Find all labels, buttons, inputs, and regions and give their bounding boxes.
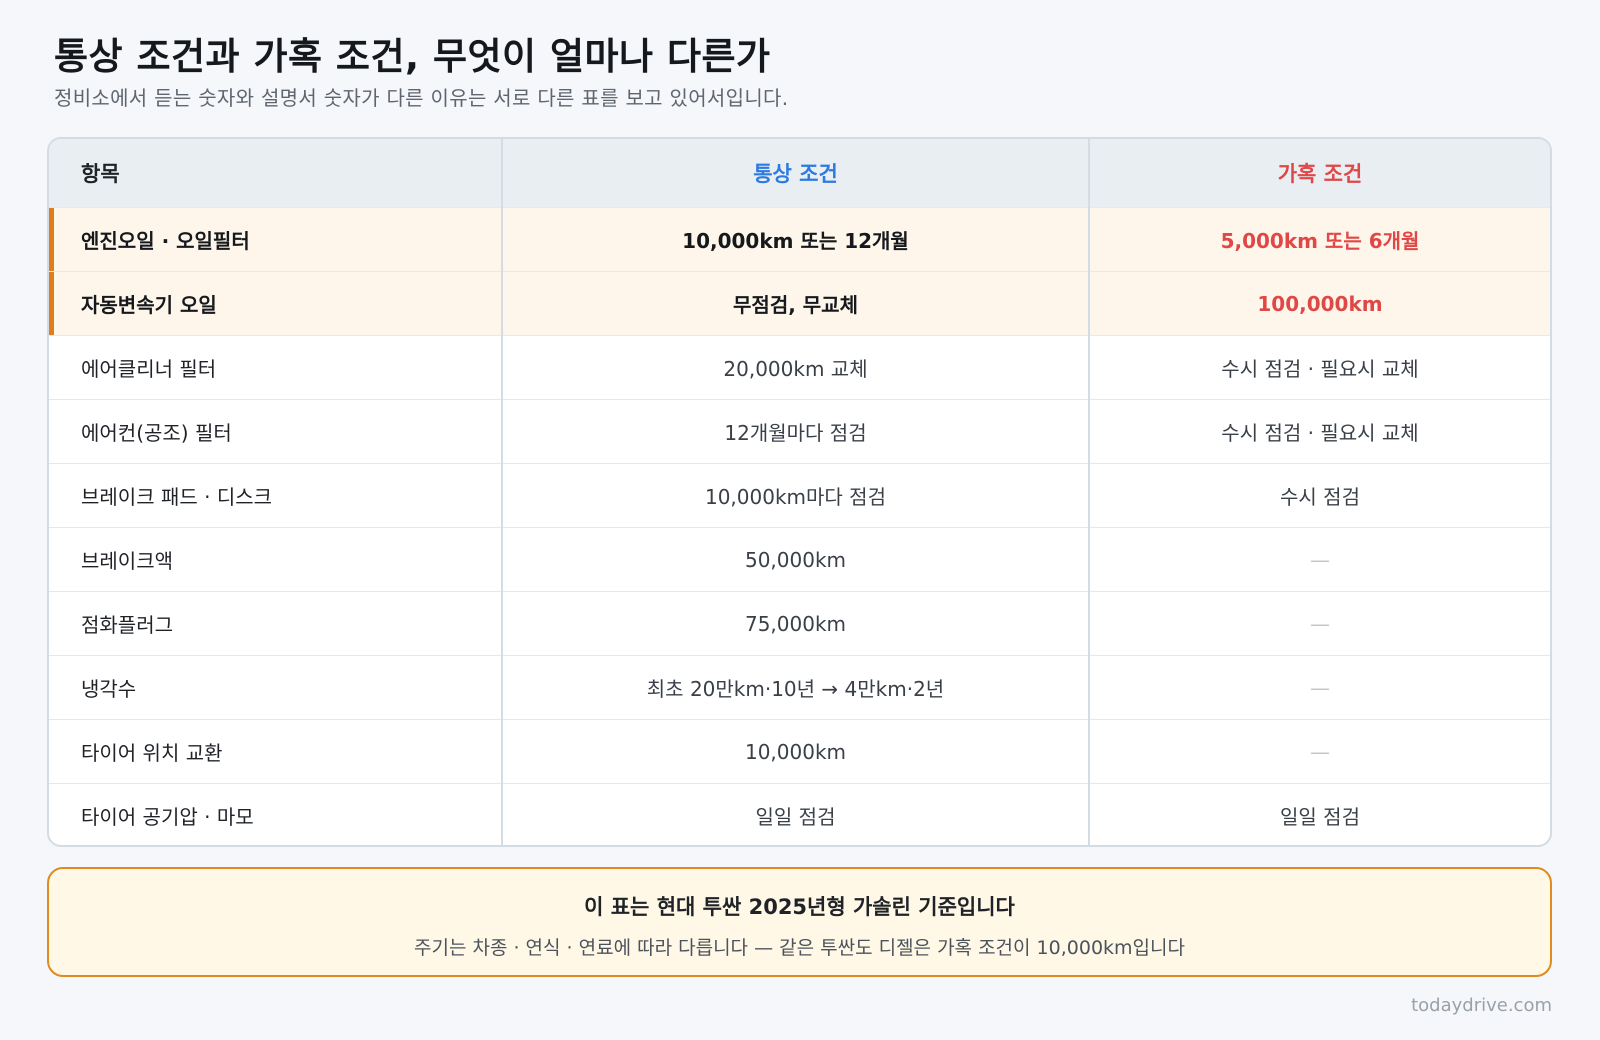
cell-normal: 일일 점검 <box>501 783 1089 845</box>
table-row: 타이어 공기압 · 마모 일일 점검 일일 점검 <box>49 783 1550 845</box>
column-header-item: 항목 <box>49 139 502 208</box>
cell-item: 점화플러그 <box>49 591 502 656</box>
cell-normal: 20,000km 교체 <box>501 335 1089 400</box>
table-header-row: 항목 통상 조건 가혹 조건 <box>49 139 1550 208</box>
column-header-severe: 가혹 조건 <box>1088 139 1550 208</box>
table-row: 점화플러그 75,000km — <box>49 591 1550 656</box>
cell-normal: 75,000km <box>501 591 1089 656</box>
notice-box: 이 표는 현대 투싼 2025년형 가솔린 기준입니다 주기는 차종 · 연식 … <box>47 867 1552 977</box>
cell-severe: 수시 점검 · 필요시 교체 <box>1088 399 1550 464</box>
cell-item: 엔진오일 · 오일필터 <box>49 207 502 272</box>
cell-normal: 50,000km <box>501 527 1089 592</box>
cell-severe: — <box>1088 527 1550 592</box>
page-title: 통상 조건과 가혹 조건, 무엇이 얼마나 다른가 <box>54 35 771 78</box>
cell-normal: 10,000km마다 점검 <box>501 463 1089 528</box>
cell-severe: 수시 점검 <box>1088 463 1550 528</box>
cell-severe: 100,000km <box>1088 271 1550 336</box>
maintenance-table: 항목 통상 조건 가혹 조건 엔진오일 · 오일필터 10,000km 또는 12… <box>49 139 1550 845</box>
cell-item: 에어클리너 필터 <box>49 335 502 400</box>
cell-severe: — <box>1088 655 1550 720</box>
table-body: 엔진오일 · 오일필터 10,000km 또는 12개월 5,000km 또는 6개… <box>49 207 1550 845</box>
cell-normal: 10,000km <box>501 719 1089 784</box>
cell-item: 브레이크액 <box>49 527 502 592</box>
cell-severe: 수시 점검 · 필요시 교체 <box>1088 335 1550 400</box>
table-row: 브레이크 패드 · 디스크 10,000km마다 점검 수시 점검 <box>49 463 1550 528</box>
cell-item: 에어컨(공조) 필터 <box>49 399 502 464</box>
table-row: 자동변속기 오일 무점검, 무교체 100,000km <box>49 271 1550 336</box>
cell-severe: 일일 점검 <box>1088 783 1550 845</box>
cell-normal: 12개월마다 점검 <box>501 399 1089 464</box>
table-row: 엔진오일 · 오일필터 10,000km 또는 12개월 5,000km 또는 6개… <box>49 207 1550 272</box>
cell-item: 브레이크 패드 · 디스크 <box>49 463 502 528</box>
footer-source: todaydrive.com <box>1411 995 1552 1016</box>
table-row: 타이어 위치 교환 10,000km — <box>49 719 1550 784</box>
cell-severe: — <box>1088 719 1550 784</box>
page-subtitle: 정비소에서 듣는 숫자와 설명서 숫자가 다른 이유는 서로 다른 표를 보고 … <box>54 86 789 110</box>
cell-item: 타이어 공기압 · 마모 <box>49 783 502 845</box>
cell-normal: 무점검, 무교체 <box>501 271 1089 336</box>
cell-item: 타이어 위치 교환 <box>49 719 502 784</box>
column-header-normal: 통상 조건 <box>501 139 1089 208</box>
maintenance-table-card: 항목 통상 조건 가혹 조건 엔진오일 · 오일필터 10,000km 또는 12… <box>47 137 1552 847</box>
cell-item: 자동변속기 오일 <box>49 271 502 336</box>
notice-text: 주기는 차종 · 연식 · 연료에 따라 다릅니다 — 같은 투싼도 디젤은 가… <box>414 937 1185 959</box>
cell-normal: 최초 20만km·10년 → 4만km·2년 <box>501 655 1089 720</box>
cell-severe: 5,000km 또는 6개월 <box>1088 207 1550 272</box>
table-row: 냉각수 최초 20만km·10년 → 4만km·2년 — <box>49 655 1550 720</box>
notice-title: 이 표는 현대 투싼 2025년형 가솔린 기준입니다 <box>584 895 1015 919</box>
table-row: 브레이크액 50,000km — <box>49 527 1550 592</box>
cell-severe: — <box>1088 591 1550 656</box>
cell-item: 냉각수 <box>49 655 502 720</box>
cell-normal: 10,000km 또는 12개월 <box>501 207 1089 272</box>
table-row: 에어클리너 필터 20,000km 교체 수시 점검 · 필요시 교체 <box>49 335 1550 400</box>
table-row: 에어컨(공조) 필터 12개월마다 점검 수시 점검 · 필요시 교체 <box>49 399 1550 464</box>
